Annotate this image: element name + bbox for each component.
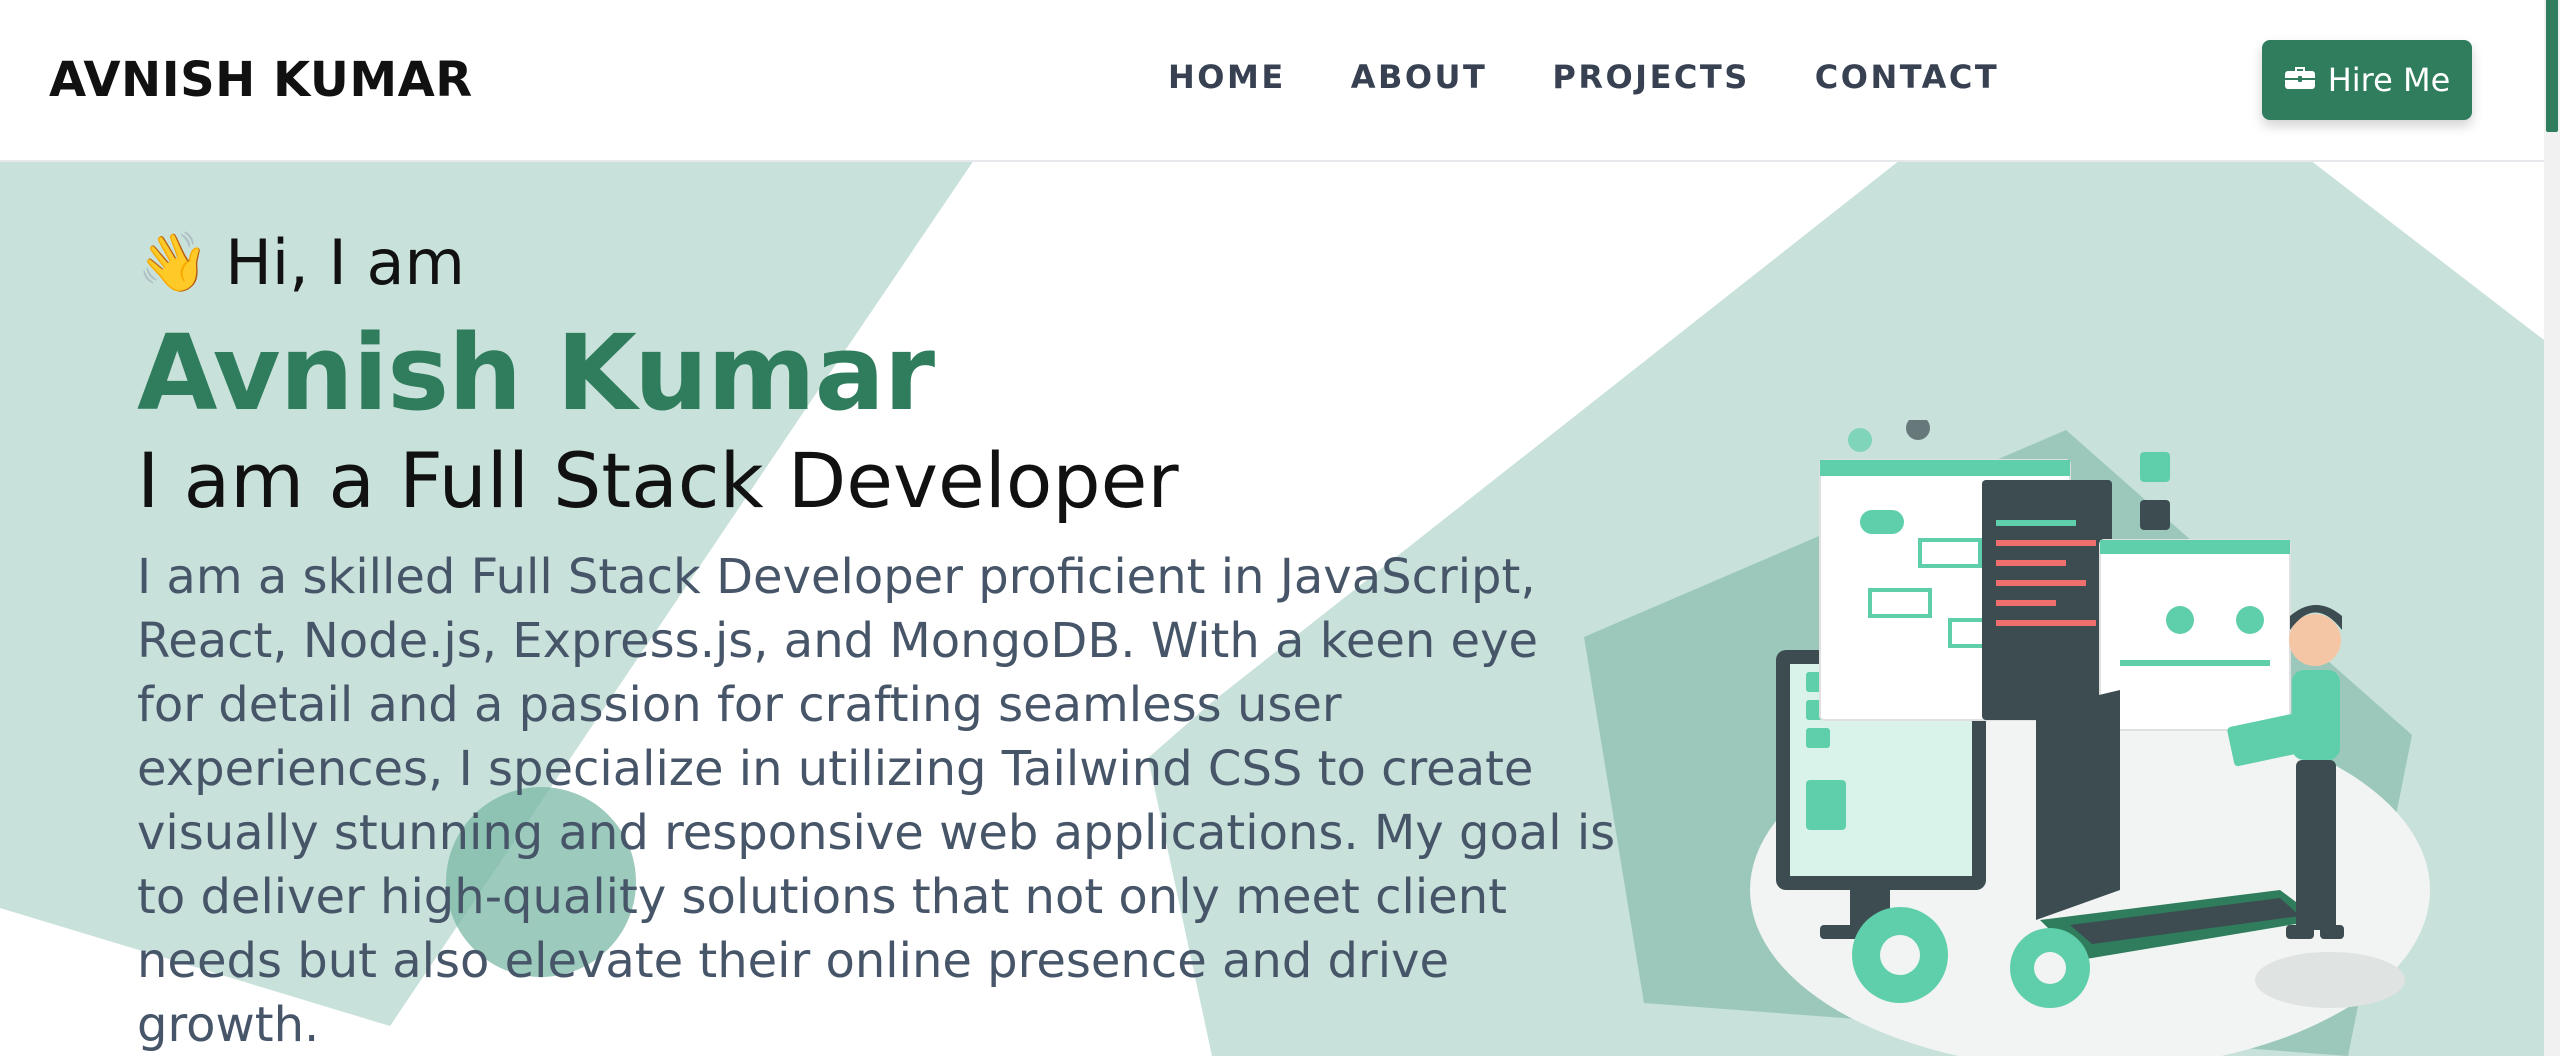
hire-me-button[interactable]: Hire Me xyxy=(2262,40,2472,120)
greeting-text: Hi, I am xyxy=(225,226,465,299)
site-logo[interactable]: AVNISH KUMAR xyxy=(49,52,473,108)
developer-illustration xyxy=(1750,420,2430,1056)
scrollbar-thumb[interactable] xyxy=(2546,0,2558,132)
nav-projects[interactable]: PROJECTS xyxy=(1552,58,1749,96)
hero-role: I am a Full Stack Developer xyxy=(137,436,1179,525)
hero-description: I am a skilled Full Stack Developer prof… xyxy=(137,549,1616,1053)
waving-hand-icon: 👋 xyxy=(137,228,210,296)
briefcase-icon xyxy=(2284,61,2316,99)
page-scrollbar[interactable] xyxy=(2544,0,2560,1056)
main-nav: HOME ABOUT PROJECTS CONTACT xyxy=(1168,58,1999,96)
hero-name: Avnish Kumar xyxy=(137,312,935,434)
nav-contact[interactable]: CONTACT xyxy=(1815,58,1999,96)
nav-home[interactable]: HOME xyxy=(1168,58,1286,96)
nav-about[interactable]: ABOUT xyxy=(1351,58,1488,96)
site-header: AVNISH KUMAR HOME ABOUT PROJECTS CONTACT… xyxy=(0,0,2544,162)
greeting: 👋 Hi, I am xyxy=(137,226,465,299)
hire-me-label: Hire Me xyxy=(2327,61,2451,99)
